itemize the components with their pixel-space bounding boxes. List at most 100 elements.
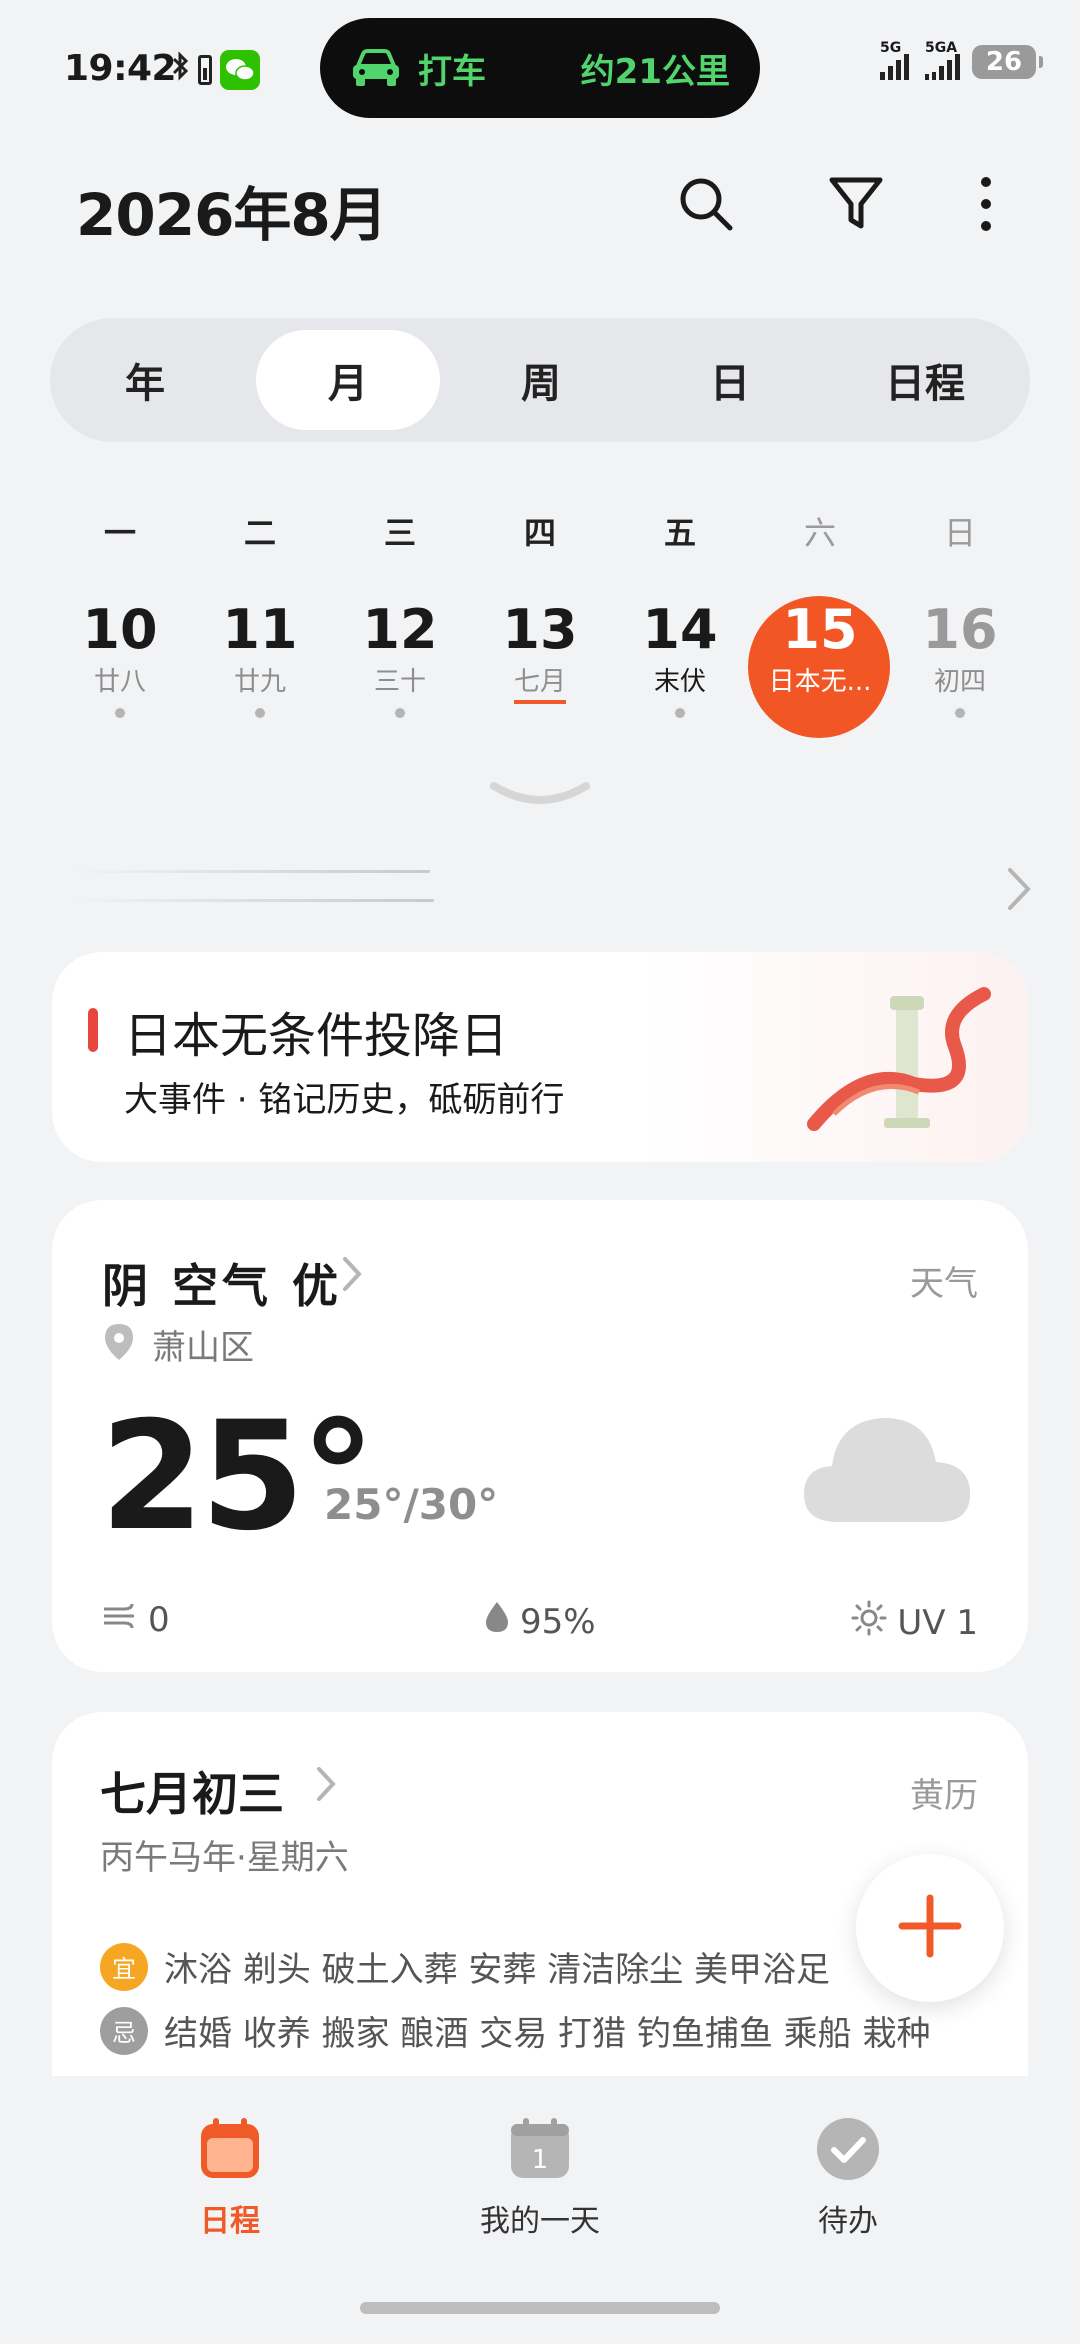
event-dot xyxy=(115,708,125,719)
day-lunar: 末伏 xyxy=(653,667,706,698)
humidity-stat: 95% xyxy=(484,1600,596,1643)
tab-month[interactable]: 月 xyxy=(256,330,440,430)
day-cell[interactable]: 16 初四 xyxy=(890,598,1030,719)
nav-schedule-label: 日程 xyxy=(200,2204,260,2239)
island-ride-label: 打车 xyxy=(418,51,486,92)
nav-my-day-label: 我的一天 xyxy=(480,2204,600,2239)
status-right-icons: 5G 5GA 26 xyxy=(880,40,1043,80)
wind-icon xyxy=(102,1600,138,1640)
day-lunar: 七月 xyxy=(513,661,566,705)
weather-label: 天气 xyxy=(910,1264,978,1304)
status-time: 19:42 xyxy=(64,48,177,89)
expand-calendar-chevron-icon[interactable] xyxy=(490,780,590,814)
day-calendar-icon: 1 xyxy=(507,2116,573,2182)
chevron-right-icon[interactable] xyxy=(1006,866,1032,916)
tab-year[interactable]: 年 xyxy=(70,330,220,430)
svg-text:1: 1 xyxy=(532,2145,549,2175)
weekday-mon: 一 xyxy=(103,514,136,552)
signal1-label: 5G xyxy=(880,40,902,56)
status-bar: 19:42 打车 约21公里 5G 5GA 26 xyxy=(0,0,1080,130)
plus-icon xyxy=(898,1894,962,1962)
weekday-fri: 五 xyxy=(663,514,696,552)
more-options-icon[interactable] xyxy=(952,170,1020,238)
loading-placeholder xyxy=(70,870,434,902)
sun-icon xyxy=(851,1600,887,1645)
monument-ribbon-illustration xyxy=(804,974,994,1138)
nav-my-day[interactable]: 1 我的一天 xyxy=(440,2116,640,2240)
nav-todo[interactable]: 待办 xyxy=(748,2116,948,2240)
wind-stat: 0 xyxy=(102,1600,170,1640)
cloud-icon xyxy=(802,1410,972,1530)
humidity-value: 95% xyxy=(520,1601,596,1642)
day-lunar: 初四 xyxy=(933,667,986,698)
day-number: 10 xyxy=(82,598,158,661)
device-battery-icon xyxy=(198,55,212,85)
nav-schedule[interactable]: 日程 xyxy=(130,2116,330,2240)
suitable-activities: 沐浴 剃头 破土入葬 安葬 清洁除尘 美甲浴足 xyxy=(164,1950,831,1990)
signal-5g-icon: 5G xyxy=(880,40,909,80)
current-temperature: 25° xyxy=(100,1390,376,1564)
weather-condition: 阴 空气 优 xyxy=(102,1259,343,1313)
almanac-label: 黄历 xyxy=(910,1776,978,1816)
day-cell[interactable]: 10 廿八 xyxy=(50,598,190,719)
day-number: 14 xyxy=(642,598,718,661)
event-color-bar xyxy=(88,1008,98,1052)
temperature-range: 25°/30° xyxy=(324,1480,499,1529)
bluetooth-icon xyxy=(172,51,190,89)
avoid-activities-row: 忌 结婚 收养 搬家 酿酒 交易 打猎 钓鱼捕鱼 乘船 栽种 xyxy=(100,2006,1000,2055)
checkmark-circle-icon xyxy=(815,2116,881,2182)
weekday-tue: 二 xyxy=(243,514,276,552)
avoid-activities: 结婚 收养 搬家 酿酒 交易 打猎 钓鱼捕鱼 乘船 栽种 xyxy=(164,2014,931,2054)
chevron-right-icon xyxy=(316,1766,336,1806)
wind-value: 0 xyxy=(148,1600,170,1640)
day-cell[interactable]: 13 七月 xyxy=(470,600,610,705)
weekday-sat: 六 xyxy=(803,514,836,552)
status-left-icons xyxy=(172,50,260,90)
island-distance: 约21公里 xyxy=(580,51,730,92)
uv-value: UV 1 xyxy=(897,1602,978,1643)
weekday-thu: 四 xyxy=(523,514,556,552)
signal2-label: 5GA xyxy=(925,40,958,56)
tab-week[interactable]: 周 xyxy=(466,330,616,430)
day-cell-today[interactable]: 15 日本无... xyxy=(750,600,890,698)
signal-5ga-icon: 5GA xyxy=(925,40,960,80)
tab-agenda[interactable]: 日程 xyxy=(850,330,1000,430)
page-title[interactable]: 2026年8月 xyxy=(76,168,388,252)
battery-indicator: 26 xyxy=(972,45,1043,79)
event-dot xyxy=(255,708,265,719)
weather-location: 萧山区 xyxy=(152,1328,254,1368)
ji-badge: 忌 xyxy=(100,2006,148,2055)
filter-icon[interactable] xyxy=(822,170,890,238)
day-number: 15 xyxy=(782,598,858,661)
calendar-icon xyxy=(197,2116,263,2182)
weekday-sun: 日 xyxy=(943,514,976,552)
add-event-button[interactable] xyxy=(856,1854,1004,2002)
humidity-drop-icon xyxy=(484,1600,510,1643)
day-lunar: 廿八 xyxy=(93,667,146,698)
event-dot xyxy=(955,708,965,719)
day-cell[interactable]: 12 三十 xyxy=(330,598,470,719)
event-dot xyxy=(675,708,685,719)
location-pin-icon xyxy=(102,1322,136,1366)
nav-todo-label: 待办 xyxy=(818,2204,878,2239)
day-lunar: 廿九 xyxy=(233,667,286,698)
lunar-date-title: 七月初三 xyxy=(100,1767,284,1821)
dynamic-island-ride[interactable]: 打车 约21公里 xyxy=(320,18,760,118)
day-lunar: 日本无... xyxy=(768,667,872,698)
uv-stat: UV 1 xyxy=(851,1600,978,1645)
day-number: 16 xyxy=(922,598,998,661)
search-icon[interactable] xyxy=(672,170,740,238)
day-number: 12 xyxy=(362,598,438,661)
weekday-wed: 三 xyxy=(383,514,416,552)
event-dot xyxy=(395,708,405,719)
day-cell[interactable]: 11 廿九 xyxy=(190,598,330,719)
wechat-icon xyxy=(220,50,260,90)
day-cell[interactable]: 14 末伏 xyxy=(610,598,750,719)
tab-day[interactable]: 日 xyxy=(670,330,790,430)
event-card[interactable]: 日本无条件投降日 大事件 · 铭记历史，砥砺前行 xyxy=(52,952,1028,1162)
home-indicator[interactable] xyxy=(360,2302,720,2314)
day-lunar: 三十 xyxy=(373,667,426,698)
weather-card[interactable]: 阴 空气 优 天气 萧山区 25° 25°/30° 0 95% UV 1 xyxy=(52,1200,1028,1672)
day-number: 11 xyxy=(222,598,298,661)
view-switcher: 年 月 周 日 日程 xyxy=(50,318,1030,442)
